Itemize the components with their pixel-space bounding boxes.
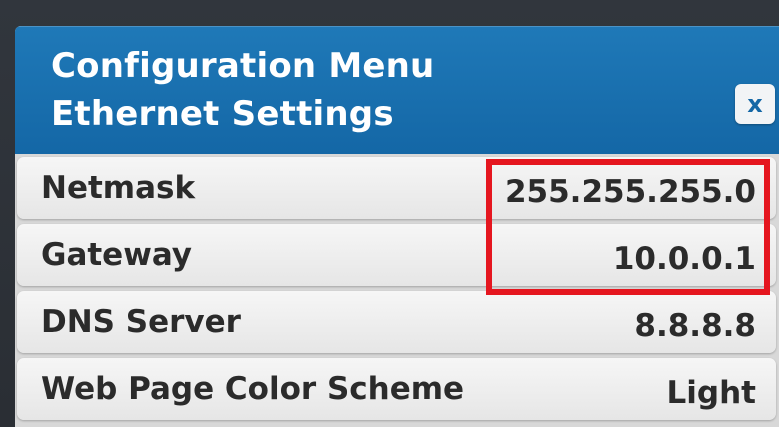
- setting-value: 8.8.8.8: [634, 308, 756, 344]
- setting-row-dns-server[interactable]: DNS Server 8.8.8.8: [17, 291, 776, 353]
- setting-value: Light: [666, 375, 756, 411]
- highlight-box: [486, 159, 770, 295]
- setting-label: Web Page Color Scheme: [41, 371, 465, 407]
- setting-label: DNS Server: [41, 304, 241, 340]
- photo-frame: Configuration Menu Ethernet Settings x N…: [0, 0, 779, 427]
- close-icon: x: [747, 90, 763, 118]
- close-button[interactable]: x: [735, 84, 775, 124]
- menu-header: Configuration Menu Ethernet Settings x: [15, 26, 779, 154]
- setting-label: Netmask: [41, 170, 196, 206]
- setting-label: Gateway: [41, 237, 193, 273]
- menu-subtitle: Ethernet Settings: [51, 94, 394, 134]
- menu-title: Configuration Menu: [51, 46, 435, 86]
- setting-row-web-page-color-scheme[interactable]: Web Page Color Scheme Light: [17, 358, 776, 420]
